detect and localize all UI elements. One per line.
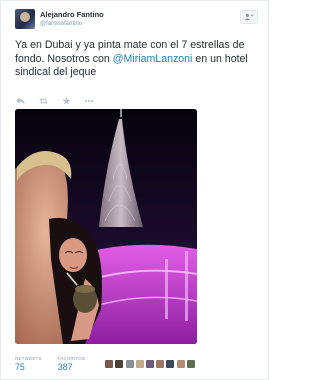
screen-name[interactable]: @fantinofantino — [40, 21, 104, 27]
favorites-count: 387 — [57, 362, 73, 373]
retweets-stat[interactable]: RETWEETS 75 — [15, 356, 42, 373]
more-icon[interactable] — [84, 97, 94, 106]
favorites-stat[interactable]: FAVORITOS 387 — [57, 356, 86, 373]
display-name[interactable]: Alejandro Fantino — [40, 11, 104, 19]
tweet-photo[interactable] — [15, 109, 197, 344]
retweet-button[interactable] — [38, 97, 48, 106]
favoriter-avatar[interactable] — [166, 360, 175, 368]
retweets-count: 75 — [15, 362, 25, 373]
favoriter-avatar[interactable] — [145, 360, 154, 368]
favoriter-avatar[interactable] — [135, 360, 144, 368]
favorite-icon — [62, 97, 70, 105]
favorite-button[interactable] — [61, 97, 71, 106]
follow-user-icon — [244, 13, 254, 21]
follow-button[interactable] — [240, 10, 258, 24]
favoriter-avatar[interactable] — [115, 360, 124, 368]
favoriter-avatar[interactable] — [125, 360, 134, 368]
tweet-actions — [15, 96, 94, 106]
reply-button[interactable] — [15, 97, 25, 106]
user-names: Alejandro Fantino @fantinofantino — [40, 9, 104, 27]
retweet-icon — [38, 98, 48, 104]
favoriter-avatar[interactable] — [105, 360, 114, 368]
favoriter-avatar[interactable] — [176, 360, 185, 368]
mention-link[interactable]: @MiriamLanzoni — [113, 53, 193, 65]
tweet-text: Ya en Dubai y ya pinta mate con el 7 est… — [15, 39, 260, 80]
retweets-label: RETWEETS — [15, 356, 42, 361]
tweet-header: Alejandro Fantino @fantinofantino — [15, 9, 104, 31]
tweet-stats: RETWEETS 75 FAVORITOS 387 — [15, 356, 197, 373]
favoriter-avatar[interactable] — [186, 360, 195, 368]
reply-icon — [15, 97, 24, 105]
favoriter-avatars — [105, 360, 197, 368]
photo-scene — [15, 109, 197, 344]
tweet-card: Alejandro Fantino @fantinofantino Ya en … — [0, 0, 269, 380]
favorites-label: FAVORITOS — [57, 356, 86, 361]
user-avatar[interactable] — [15, 9, 35, 29]
favoriter-avatar[interactable] — [156, 360, 165, 368]
